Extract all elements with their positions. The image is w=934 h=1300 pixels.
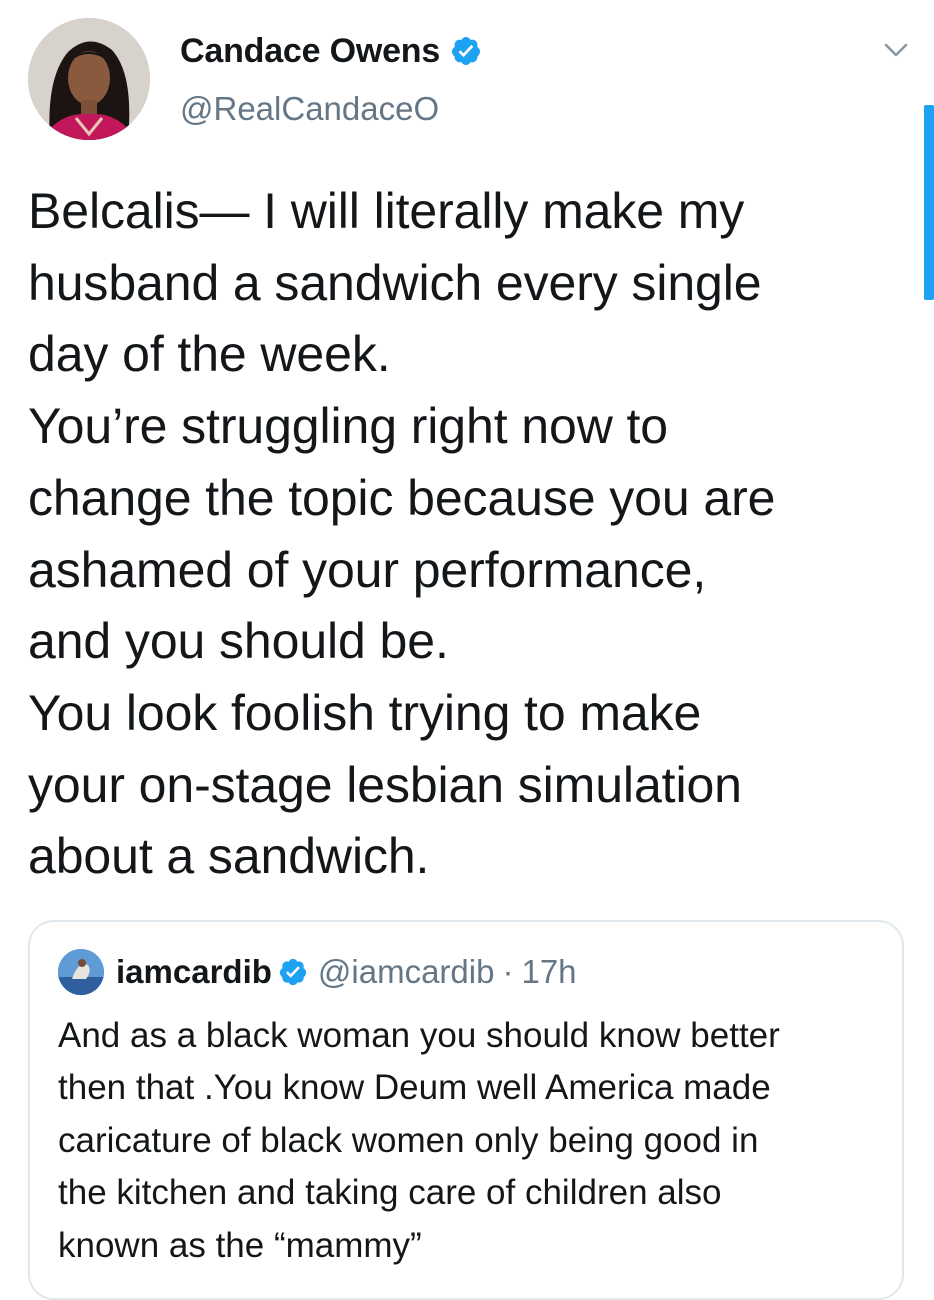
author-photo: [28, 18, 150, 140]
quoted-tweet[interactable]: iamcardib @iamcardib · 17h And as a blac…: [28, 920, 904, 1300]
quoted-tweet-header: iamcardib @iamcardib · 17h: [58, 948, 577, 996]
quoted-timestamp[interactable]: 17h: [521, 953, 576, 991]
author-handle[interactable]: @RealCandaceO: [180, 90, 482, 128]
quoted-author-avatar[interactable]: [58, 949, 104, 995]
author-block: Candace Owens @RealCandaceO: [180, 30, 482, 128]
quoted-header-separator: ·: [502, 953, 514, 990]
quoted-author-display-name[interactable]: iamcardib: [116, 953, 272, 991]
quoted-tweet-text: And as a black woman you should know bet…: [58, 1016, 780, 1265]
chevron-down-icon[interactable]: [878, 36, 914, 64]
quoted-author-photo: [58, 949, 104, 995]
tweet-text: Belcalis— I will literally make my husba…: [28, 183, 776, 885]
quoted-verified-badge-icon: [278, 957, 308, 987]
verified-badge-icon: [450, 35, 482, 67]
tweet-card: Candace Owens @RealCandaceO Belcalis— I …: [0, 0, 934, 1300]
author-display-name[interactable]: Candace Owens: [180, 32, 440, 71]
author-name-row: Candace Owens: [180, 30, 482, 72]
scrollbar[interactable]: [924, 105, 934, 300]
quoted-author-handle[interactable]: @iamcardib: [318, 953, 495, 991]
author-avatar[interactable]: [28, 18, 150, 140]
